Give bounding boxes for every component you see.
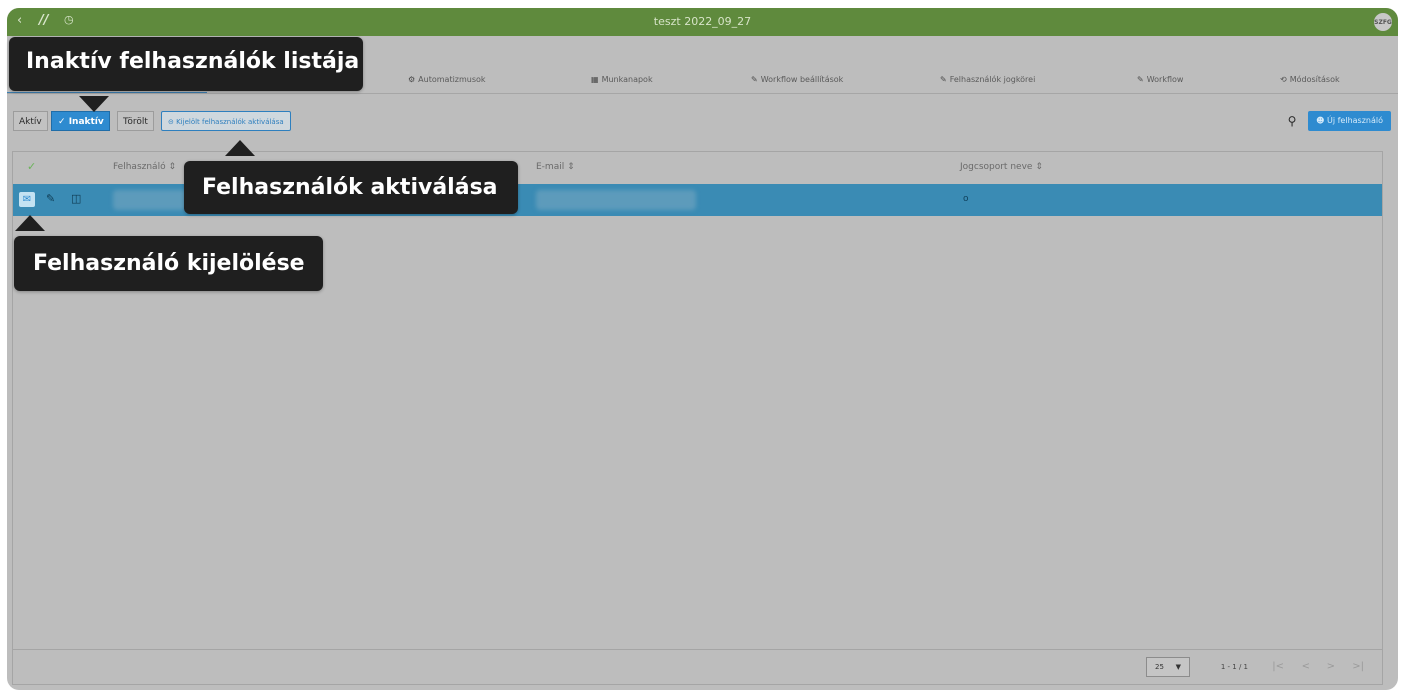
avatar[interactable]: SZFG [1374,13,1392,31]
cog-icon: ⚙ [408,75,416,84]
calendar-icon: ▦ [591,75,599,84]
jogcsoport-cell: o [963,194,969,204]
status-filter-bar: Aktív ✓ Inaktív Törölt ⊝ Kijelölt felhas… [7,111,1398,131]
callout-select-user: Felhasználó kijelölése [14,236,323,291]
tab-workflow-beallitasok[interactable]: ✎ Workflow beállítások [751,75,843,84]
edit-icon[interactable]: ✎ [46,192,55,205]
column-header-felhasznalo[interactable]: Felhasználó ⇕ [113,162,176,172]
last-page-icon[interactable]: >| [1352,661,1364,672]
prev-page-icon[interactable]: < [1302,661,1310,672]
callout-inactive-list: Inaktív felhasználók listája [9,37,363,91]
check-circle-icon: ⊝ [168,118,177,126]
history-icon: ⟲ [1280,75,1287,84]
filter-aktiv-button[interactable]: Aktív [13,111,48,131]
user-add-icon: ☻ [1316,116,1327,125]
caret-down-icon: ▼ [1175,663,1181,671]
next-page-icon[interactable]: > [1327,661,1335,672]
page-size-select[interactable]: 25 ▼ [1146,657,1190,677]
pencil-icon: ✎ [1137,75,1144,84]
pagination-info: 1 - 1 / 1 [1220,663,1248,671]
sort-icon: ⇕ [168,162,177,172]
check-icon: ✓ [58,117,69,127]
filter-inaktiv-button[interactable]: ✓ Inaktív [51,111,110,131]
callout-arrow [79,96,109,112]
table-footer: 25 ▼ 1 - 1 / 1 |< < > >| [13,649,1382,684]
pencil-icon: ✎ [751,75,758,84]
callout-arrow [15,215,45,231]
pencil-icon: ✎ [940,75,947,84]
filter-torolt-button[interactable]: Törölt [117,111,154,131]
tab-automatizmusok[interactable]: ⚙ Automatizmusok [408,75,486,84]
callout-arrow [225,140,255,156]
callout-activate-users: Felhasználók aktiválása [184,161,518,214]
trash-icon[interactable]: ◫ [71,192,81,205]
new-user-button[interactable]: ☻ Új felhasználó [1308,111,1391,131]
top-bar: ‹ // ◷ teszt 2022_09_27 SZFG [7,8,1398,36]
tab-divider [7,93,1398,94]
search-icon[interactable]: ⚲ [1282,111,1302,131]
sort-icon: ⇕ [567,162,575,172]
tab-felhasznalok-jogkorei[interactable]: ✎ Felhasználók jogkörei [940,75,1035,84]
window-title: teszt 2022_09_27 [653,15,752,28]
sort-icon: ⇕ [1035,162,1043,172]
users-table: ✓ Felhasználó ⇕ E-mail ⇕ Jogcsoport neve… [12,151,1383,685]
tab-workflow[interactable]: ✎ Workflow [1137,75,1183,84]
tab-munkanapok[interactable]: ▦ Munkanapok [591,75,653,84]
app-window: ‹ // ◷ teszt 2022_09_27 SZFG ⚙ Automatizm… [7,8,1398,690]
select-all-checkbox[interactable]: ✓ [27,160,36,173]
row-checkbox[interactable]: ✉ [19,192,35,207]
tab-modositasok[interactable]: ⟲ Módosítások [1280,75,1340,84]
activate-selected-button[interactable]: ⊝ Kijelölt felhasználók aktiválása [161,111,291,131]
column-header-jogcsoport[interactable]: Jogcsoport neve ⇕ [960,162,1043,172]
column-header-email[interactable]: E-mail ⇕ [536,162,575,172]
first-page-icon[interactable]: |< [1272,661,1284,672]
redacted-email [536,190,696,210]
